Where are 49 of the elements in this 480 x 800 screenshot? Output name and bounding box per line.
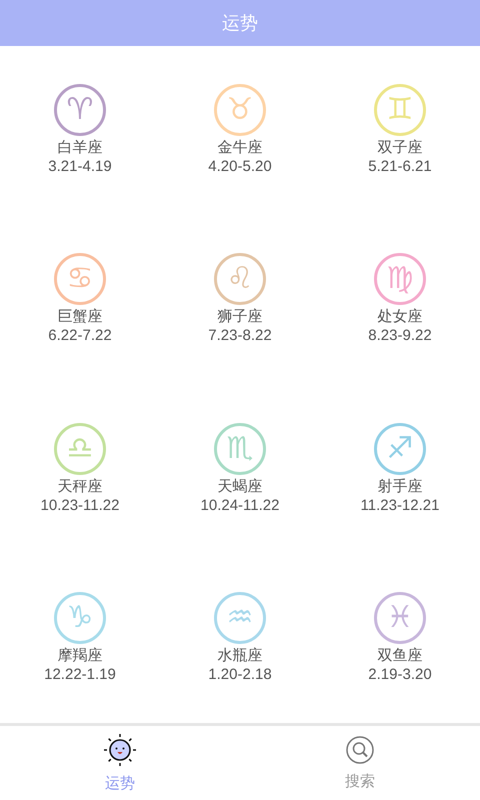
sign-dates: 6.22-7.22	[48, 326, 112, 346]
page-title: 运势	[222, 12, 258, 36]
zodiac-sign-item[interactable]: ♈ 白羊座 3.21-4.19	[48, 84, 112, 178]
sign-dates: 11.23-12.21	[360, 496, 440, 516]
sign-name: 白羊座	[57, 137, 102, 158]
sign-name: 巨蟹座	[57, 306, 102, 326]
sign-name: 天秤座	[58, 476, 102, 496]
sign-dates: 1.20-2.18	[208, 664, 272, 685]
sign-name: 水瓶座	[217, 644, 262, 665]
sign-name: 射手座	[378, 476, 422, 496]
sign-dates: 8.23-9.22	[368, 326, 432, 346]
zodiac-symbol-icon: ♐	[374, 422, 426, 475]
sign-dates: 4.20-5.20	[208, 157, 272, 178]
sign-name: 双鱼座	[377, 644, 422, 665]
zodiac-sign-item[interactable]: ♑ 摩羯座 12.22-1.19	[44, 592, 116, 685]
sign-dates: 7.23-8.22	[208, 326, 272, 346]
zodiac-symbol-icon: ♌	[214, 253, 266, 306]
sign-name: 双子座	[377, 137, 422, 158]
zodiac-symbol-icon: ♎	[54, 422, 106, 475]
sign-dates: 10.23-11.22	[40, 496, 120, 516]
zodiac-symbol-icon: ♍	[374, 253, 426, 306]
zodiac-sign-item[interactable]: ♒ 水瓶座 1.20-2.18	[208, 592, 272, 685]
sign-name: 天蝎座	[218, 476, 262, 496]
zodiac-sign-item[interactable]: ♍ 处女座 8.23-9.22	[368, 253, 432, 346]
zodiac-symbol-icon: ♓	[374, 592, 426, 644]
sign-dates: 10.24-11.22	[200, 496, 280, 516]
zodiac-sign-item[interactable]: ♏ 天蝎座 10.24-11.22	[200, 422, 280, 516]
zodiac-symbol-icon: ♊	[374, 84, 426, 136]
zodiac-sign-item[interactable]: ♋ 巨蟹座 6.22-7.22	[48, 253, 112, 346]
zodiac-sign-item[interactable]: ♓ 双鱼座 2.19-3.20	[368, 592, 432, 685]
sign-name: 狮子座	[217, 306, 262, 326]
zodiac-symbol-icon: ♈	[54, 84, 106, 136]
zodiac-symbol-icon: ♏	[214, 422, 266, 475]
sign-dates: 5.21-6.21	[368, 157, 432, 178]
zodiac-symbol-icon: ♉	[214, 84, 266, 136]
sign-name: 处女座	[377, 306, 422, 326]
zodiac-symbol-icon: ♑	[54, 592, 106, 644]
zodiac-symbol-icon: ♋	[54, 253, 106, 306]
zodiac-sign-item[interactable]: ♎ 天秤座 10.23-11.22	[40, 422, 120, 516]
sign-dates: 2.19-3.20	[368, 664, 432, 685]
zodiac-sign-item[interactable]: ♐ 射手座 11.23-12.21	[360, 422, 440, 516]
zodiac-symbol-icon: ♒	[214, 592, 266, 644]
zodiac-sign-item[interactable]: ♊ 双子座 5.21-6.21	[368, 84, 432, 178]
sign-dates: 12.22-1.19	[44, 664, 116, 685]
zodiac-sign-item[interactable]: ♉ 金牛座 4.20-5.20	[208, 84, 272, 178]
sign-name: 金牛座	[217, 137, 262, 158]
sign-name: 摩羯座	[57, 644, 102, 665]
zodiac-sign-item[interactable]: ♌ 狮子座 7.23-8.22	[208, 253, 272, 346]
sign-dates: 3.21-4.19	[48, 157, 112, 178]
